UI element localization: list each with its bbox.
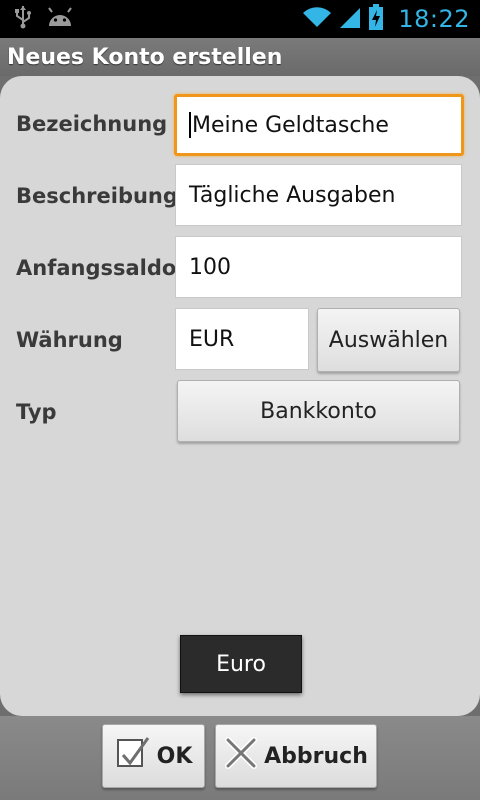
ok-button[interactable]: OK xyxy=(102,724,205,788)
currency-input-value: EUR xyxy=(189,326,235,352)
type-label: Typ xyxy=(16,400,57,424)
description-input-value: Tägliche Ausgaben xyxy=(189,182,396,208)
name-label: Bezeichnung xyxy=(16,112,168,136)
type-select-button[interactable]: Bankkonto xyxy=(177,380,460,442)
ok-button-label: OK xyxy=(156,743,193,769)
close-icon xyxy=(224,736,258,776)
balance-input-value: 100 xyxy=(189,254,231,280)
currency-label: Währung xyxy=(16,328,123,352)
description-input[interactable]: Tägliche Ausgaben xyxy=(175,164,462,226)
signal-icon xyxy=(338,4,362,34)
currency-select-button[interactable]: Auswählen xyxy=(317,308,460,372)
text-cursor xyxy=(189,112,191,138)
checkbox-check-icon xyxy=(115,735,151,777)
name-input[interactable]: Meine Geldtasche xyxy=(174,94,464,156)
android-icon xyxy=(46,6,74,32)
balance-label: Anfangssaldo xyxy=(16,256,177,280)
name-input-value: Meine Geldtasche xyxy=(192,112,389,138)
dialog-title: Neues Konto erstellen xyxy=(0,38,480,76)
dialog-body: Bezeichnung Meine Geldtasche Beschreibun… xyxy=(0,76,480,716)
battery-charging-icon xyxy=(368,3,384,35)
cancel-button[interactable]: Abbruch xyxy=(215,724,377,788)
status-bar: 18:22 xyxy=(0,0,480,38)
usb-icon xyxy=(14,5,32,33)
description-label: Beschreibung xyxy=(16,184,178,208)
clock: 18:22 xyxy=(398,5,470,33)
wifi-icon xyxy=(302,5,332,33)
cancel-button-label: Abbruch xyxy=(264,743,368,769)
balance-input[interactable]: 100 xyxy=(175,236,462,298)
currency-input[interactable]: EUR xyxy=(175,308,309,370)
action-bar: OK Abbruch xyxy=(0,716,480,800)
toast-message: Euro xyxy=(180,635,302,693)
